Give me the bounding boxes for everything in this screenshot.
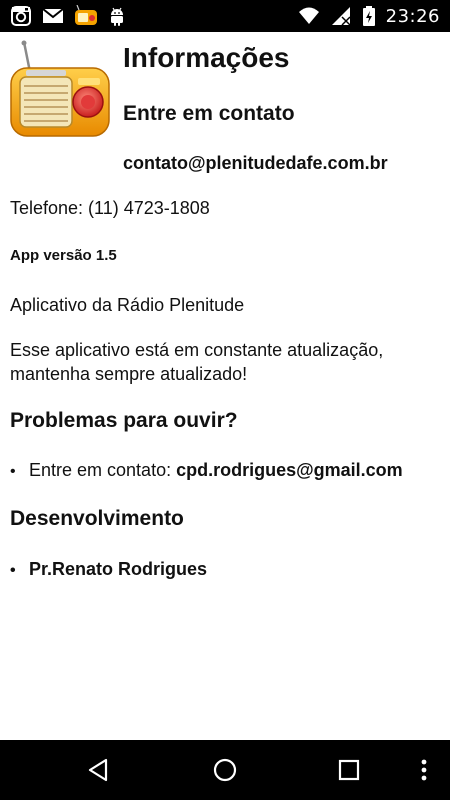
page-title: Informações <box>123 42 290 73</box>
problems-heading: Problemas para ouvir? <box>10 409 238 432</box>
problems-contact-label: Entre em contato: <box>29 460 177 480</box>
status-bar: 23:26 <box>0 0 450 32</box>
recents-icon <box>338 759 360 781</box>
home-button[interactable] <box>209 754 241 786</box>
back-icon <box>88 758 108 782</box>
home-icon <box>213 758 237 782</box>
clock: 23:26 <box>385 5 440 27</box>
phone-number[interactable]: Telefone: (11) 4723-1808 <box>10 198 210 219</box>
overflow-menu-icon <box>421 759 427 781</box>
radio-app-icon <box>74 4 97 27</box>
system-status: 23:26 <box>298 0 440 32</box>
support-email-link[interactable]: cpd.rodrigues@gmail.com <box>176 460 403 481</box>
app-version: App versão 1.5 <box>10 247 117 264</box>
problems-contact-item: • Entre em contato: cpd.rodrigues@gmail.… <box>10 460 403 481</box>
recents-button[interactable] <box>333 754 365 786</box>
developer-name: Pr.Renato Rodrigues <box>29 559 208 579</box>
android-icon <box>106 5 128 27</box>
battery-charging-icon <box>362 5 376 27</box>
app-description: Aplicativo da Rádio Plenitude <box>10 295 245 315</box>
instagram-icon <box>10 5 32 27</box>
development-heading: Desenvolvimento <box>10 507 184 530</box>
navigation-bar <box>0 740 450 800</box>
info-content[interactable]: Informações Entre em contato contato@ple… <box>0 32 450 740</box>
contact-email-link[interactable]: contato@plenitudedafe.com.br <box>123 153 388 174</box>
update-notice: Esse aplicativo está em constante atuali… <box>10 340 384 384</box>
radio-logo-icon <box>8 40 112 140</box>
notification-icons <box>10 4 128 28</box>
wifi-icon <box>298 5 320 27</box>
app-screen: 23:26 Informações Entre em contato conta… <box>0 0 450 800</box>
bullet: • <box>10 463 16 480</box>
back-button[interactable] <box>83 754 115 786</box>
overflow-menu-button[interactable] <box>410 754 438 786</box>
mail-icon <box>42 5 64 27</box>
contact-heading: Entre em contato <box>123 102 295 125</box>
bullet: • <box>10 562 16 579</box>
signal-icon <box>330 5 352 27</box>
developer-item: • Pr.Renato Rodrigues <box>10 559 207 580</box>
